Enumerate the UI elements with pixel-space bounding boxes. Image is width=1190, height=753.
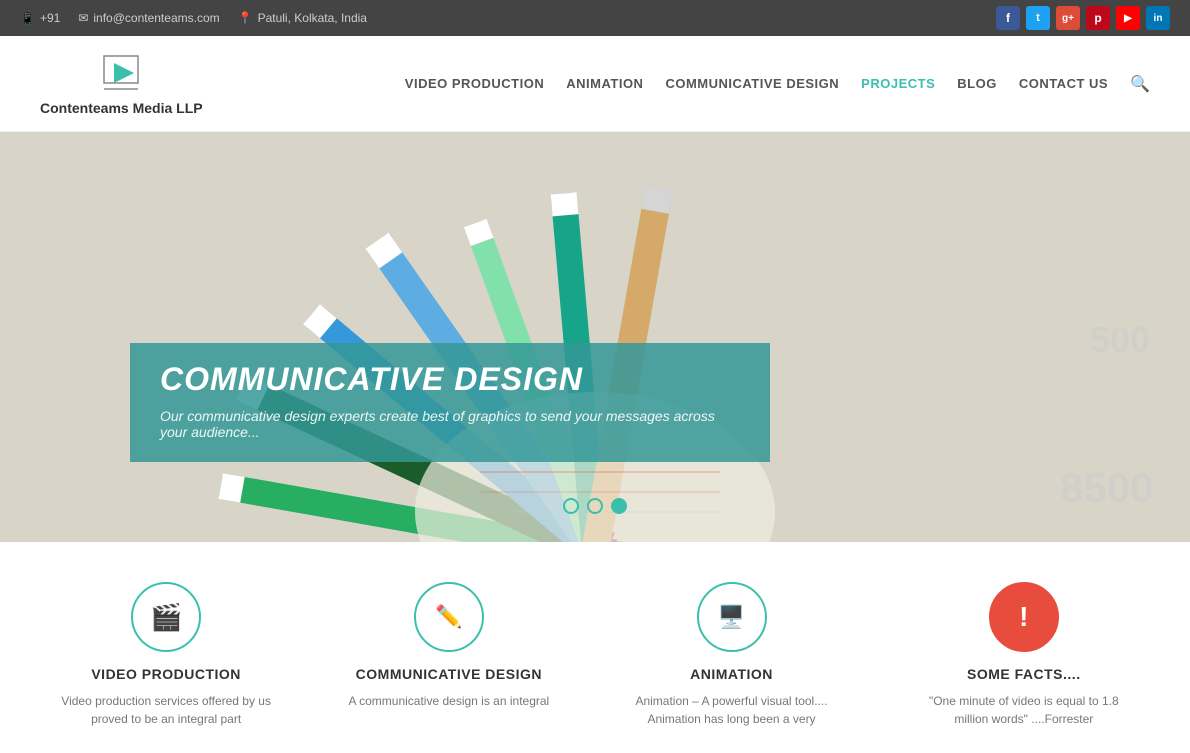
logo-icon	[96, 51, 146, 96]
communicative-design-title: COMMUNICATIVE DESIGN	[356, 666, 542, 682]
facebook-icon[interactable]: f	[996, 6, 1020, 30]
video-production-icon-circle: 🎬	[131, 582, 201, 652]
feature-video-production: 🎬 VIDEO PRODUCTION Video production serv…	[56, 582, 276, 728]
some-facts-icon-circle: !	[989, 582, 1059, 652]
nav-video-production[interactable]: VIDEO PRODUCTION	[405, 76, 544, 91]
nav-animation[interactable]: ANIMATION	[566, 76, 643, 91]
nav-projects[interactable]: PROJECTS	[861, 76, 935, 91]
nav-communicative-design[interactable]: COMMUNICATIVE DESIGN	[665, 76, 839, 91]
nav-blog[interactable]: BLOG	[957, 76, 997, 91]
logo[interactable]: Contenteams Media LLP	[40, 51, 203, 116]
communicative-design-desc: A communicative design is an integral	[348, 692, 549, 710]
animation-title: ANIMATION	[690, 666, 773, 682]
phone-number: +91	[40, 11, 60, 25]
animation-icon: 🖥️	[718, 604, 745, 630]
video-production-desc: Video production services offered by us …	[56, 692, 276, 728]
search-icon[interactable]: 🔍	[1130, 74, 1150, 94]
video-icon: 🎬	[150, 602, 182, 633]
location-info: 📍 Patuli, Kolkata, India	[238, 11, 367, 25]
top-bar: 📱 +91 ✉ info@contenteams.com 📍 Patuli, K…	[0, 0, 1190, 36]
location-text: Patuli, Kolkata, India	[258, 11, 367, 25]
social-icons: f t g+ p ▶ in	[996, 6, 1170, 30]
google-plus-icon[interactable]: g+	[1056, 6, 1080, 30]
feature-communicative-design: ✏️ COMMUNICATIVE DESIGN A communicative …	[348, 582, 549, 710]
slider-dots	[563, 498, 627, 514]
slider-dot-2[interactable]	[587, 498, 603, 514]
hero-subtitle: Our communicative design experts create …	[160, 408, 740, 440]
svg-text:500: 500	[1090, 319, 1150, 360]
exclamation-icon: !	[1019, 601, 1028, 633]
hero-title: COMMUNICATIVE DESIGN	[160, 361, 740, 398]
linkedin-icon[interactable]: in	[1146, 6, 1170, 30]
video-production-title: VIDEO PRODUCTION	[91, 666, 241, 682]
main-nav: VIDEO PRODUCTION ANIMATION COMMUNICATIVE…	[405, 74, 1150, 94]
hero-section: 8500 500 COMMUNICATIVE DESIGN Our commun…	[0, 132, 1190, 542]
logo-text: Contenteams Media LLP	[40, 100, 203, 116]
youtube-icon[interactable]: ▶	[1116, 6, 1140, 30]
hero-background: 8500 500	[0, 132, 1190, 542]
some-facts-title: SOME FACTS....	[967, 666, 1081, 682]
phone-icon: 📱	[20, 11, 35, 25]
twitter-icon[interactable]: t	[1026, 6, 1050, 30]
location-icon: 📍	[238, 11, 253, 25]
top-bar-left: 📱 +91 ✉ info@contenteams.com 📍 Patuli, K…	[20, 11, 367, 25]
phone-info: 📱 +91	[20, 11, 60, 25]
slider-dot-1[interactable]	[563, 498, 579, 514]
features-section: 🎬 VIDEO PRODUCTION Video production serv…	[0, 542, 1190, 748]
email-info: ✉ info@contenteams.com	[78, 11, 219, 25]
feature-animation: 🖥️ ANIMATION Animation – A powerful visu…	[622, 582, 842, 728]
svg-text:8500: 8500	[1060, 464, 1153, 511]
animation-icon-circle: 🖥️	[697, 582, 767, 652]
feature-some-facts: ! SOME FACTS.... "One minute of video is…	[914, 582, 1134, 728]
nav-contact-us[interactable]: CONTACT US	[1019, 76, 1108, 91]
email-icon: ✉	[78, 11, 88, 25]
header: Contenteams Media LLP VIDEO PRODUCTION A…	[0, 36, 1190, 132]
hero-text-box: COMMUNICATIVE DESIGN Our communicative d…	[130, 343, 770, 462]
communicative-design-icon-circle: ✏️	[414, 582, 484, 652]
animation-desc: Animation – A powerful visual tool.... A…	[622, 692, 842, 728]
design-icon: ✏️	[435, 604, 462, 630]
email-address: info@contenteams.com	[93, 11, 219, 25]
slider-dot-3[interactable]	[611, 498, 627, 514]
some-facts-desc: "One minute of video is equal to 1.8 mil…	[914, 692, 1134, 728]
pinterest-icon[interactable]: p	[1086, 6, 1110, 30]
